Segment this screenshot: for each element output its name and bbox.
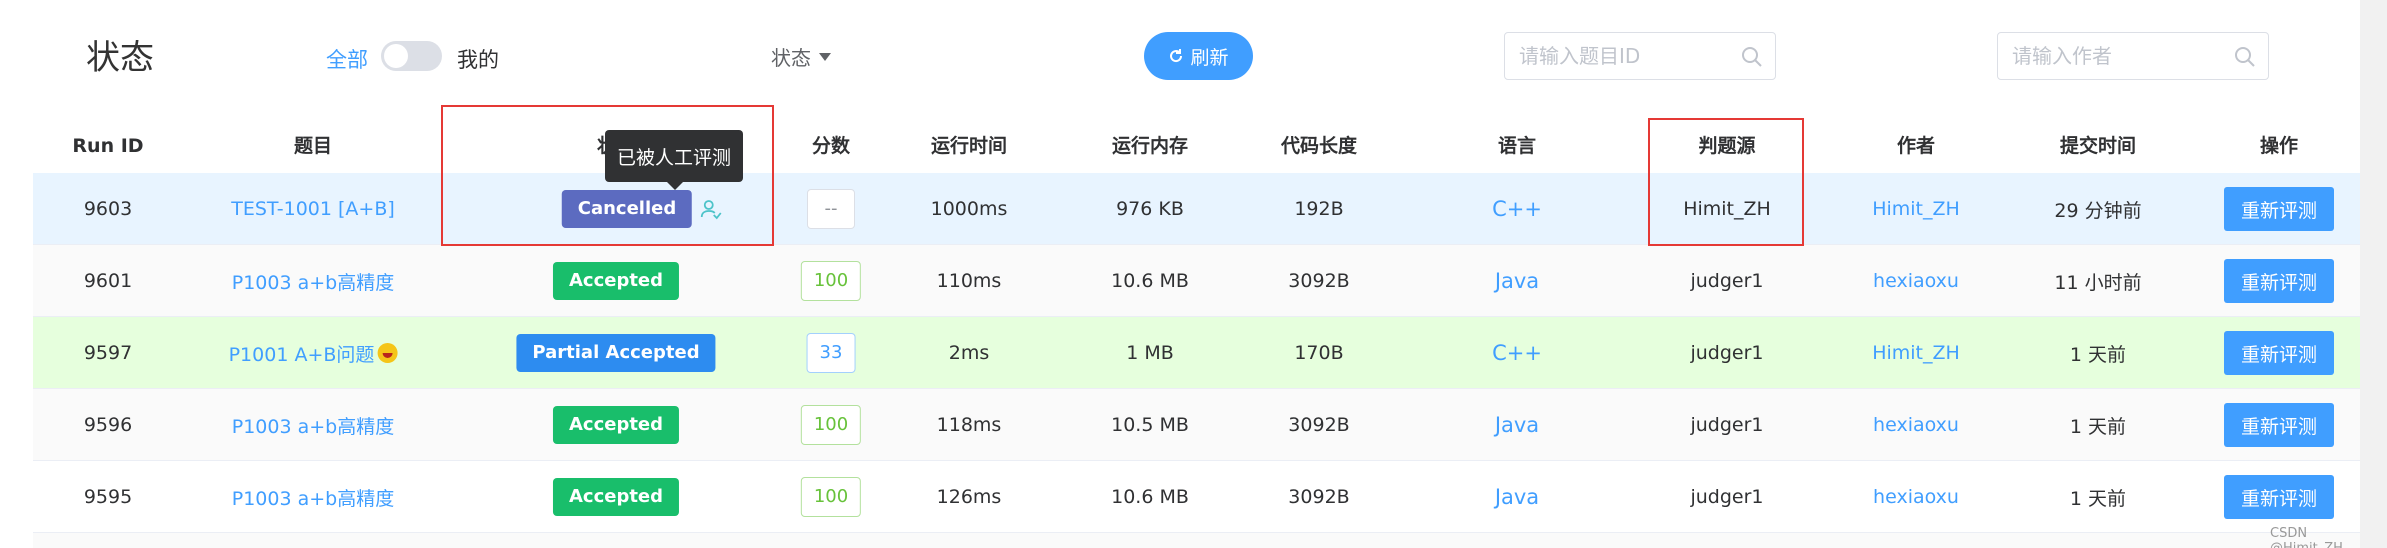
status-page: 状态 全部 我的 状态 刷新 Run ID 题目 状态 分数 运行时间 运行内存… [0,0,2360,548]
problem-link[interactable]: P1003 a+b高精度 [232,412,394,439]
code-length: 192B [1294,198,1344,220]
submit-time: 11 小时前 [2054,271,2142,294]
status-badge[interactable]: Accepted [552,478,680,516]
refresh-label: 刷新 [1190,47,1229,69]
submit-time: 1 天前 [2069,415,2127,438]
language-link[interactable]: C++ [1492,341,1542,365]
submit-time: 1 天前 [2069,487,2127,510]
run-time: 126ms [936,486,1002,508]
submit-time: 1 天前 [2069,343,2127,366]
run-id: 9595 [83,486,133,508]
caret-down-icon [819,52,831,61]
run-memory: 976 KB [1116,198,1184,220]
table-row: 9601 P1003 a+b高精度 Accepted 100 110ms 10.… [33,245,2360,317]
column-header-problem: 题目 [293,135,333,157]
judger: judger1 [1690,414,1764,436]
problem-link[interactable]: TEST-1001 [A+B] [231,198,395,220]
code-length: 3092B [1288,486,1350,508]
table-row: 9595 P1003 a+b高精度 Accepted 100 126ms 10.… [33,461,2360,533]
status-badge[interactable]: Accepted [552,406,680,444]
author-link[interactable]: hexiaoxu [1873,270,1959,292]
scope-toggle-switch[interactable] [381,41,442,71]
problem-search-input[interactable] [1519,41,1729,71]
refresh-icon [1170,49,1183,63]
problem-search [1504,32,1776,80]
table-row-partial [33,533,2360,548]
highlight-box-status [441,105,774,246]
table-row: 9597 P1001 A+B问题 Partial Accepted 33 2ms… [33,317,2360,389]
column-header-author: 作者 [1896,135,1936,157]
run-time: 2ms [948,342,990,364]
column-header-score: 分数 [811,135,851,157]
run-memory: 10.5 MB [1111,414,1189,436]
column-header-submit-time: 提交时间 [2059,135,2137,157]
submit-time: 29 分钟前 [2054,199,2142,222]
table-row: 9603 TEST-1001 [A+B] Cancelled -- 1000ms… [33,173,2360,245]
judger: judger1 [1690,270,1764,292]
column-header-length: 代码长度 [1280,135,1358,157]
author-link[interactable]: hexiaoxu [1873,414,1959,436]
author-search-input[interactable] [2012,41,2222,71]
scope-all-label[interactable]: 全部 [326,44,368,74]
score-badge: 100 [800,405,862,445]
code-length: 170B [1294,342,1344,364]
run-memory: 10.6 MB [1111,486,1189,508]
rejudge-button[interactable]: 重新评测 [2224,331,2334,375]
run-id: 9597 [83,342,133,364]
column-header-action: 操作 [2259,135,2299,157]
search-icon[interactable] [2234,46,2256,68]
column-header-run-id: Run ID [72,135,144,157]
run-id: 9596 [83,414,133,436]
language-link[interactable]: Java [1495,485,1539,509]
grinning-emoji-icon [377,343,398,363]
problem-link[interactable]: P1003 a+b高精度 [232,484,394,511]
author-link[interactable]: hexiaoxu [1873,486,1959,508]
watermark: CSDN @Himit_ZH [2270,526,2343,548]
score-badge: -- [807,189,855,229]
column-header-time: 运行时间 [930,135,1008,157]
table-row: 9596 P1003 a+b高精度 Accepted 100 118ms 10.… [33,389,2360,461]
status-filter-dropdown[interactable]: 状态 [771,42,831,71]
rejudge-button[interactable]: 重新评测 [2224,259,2334,303]
run-memory: 1 MB [1126,342,1174,364]
rejudge-button[interactable]: 重新评测 [2224,475,2334,519]
score-badge: 100 [800,477,862,517]
search-icon[interactable] [1741,46,1763,68]
scrollbar[interactable] [2360,0,2387,548]
status-badge[interactable]: Partial Accepted [516,334,716,372]
refresh-button[interactable]: 刷新 [1144,32,1253,80]
problem-link[interactable]: P1003 a+b高精度 [232,268,394,295]
language-link[interactable]: Java [1495,413,1539,437]
rejudge-button[interactable]: 重新评测 [2224,187,2334,231]
run-id: 9603 [83,198,133,220]
run-memory: 10.6 MB [1111,270,1189,292]
code-length: 3092B [1288,270,1350,292]
run-time: 1000ms [930,198,1008,220]
run-time: 110ms [936,270,1002,292]
table-header: Run ID 题目 状态 分数 运行时间 运行内存 代码长度 语言 判题源 作者… [33,120,2360,172]
page-title: 状态 [86,38,154,78]
judger: judger1 [1690,342,1764,364]
judger: judger1 [1690,486,1764,508]
scope-mine-label[interactable]: 我的 [457,44,499,74]
status-filter-label: 状态 [771,46,811,70]
author-link[interactable]: Himit_ZH [1872,342,1960,364]
score-badge: 33 [806,333,856,373]
rejudge-button[interactable]: 重新评测 [2224,403,2334,447]
switch-knob [384,44,408,68]
language-link[interactable]: C++ [1492,197,1542,221]
run-time: 118ms [936,414,1002,436]
status-badge[interactable]: Accepted [552,262,680,300]
code-length: 3092B [1288,414,1350,436]
problem-link[interactable]: P1001 A+B问题 [229,340,375,367]
column-header-memory: 运行内存 [1111,135,1189,157]
run-id: 9601 [83,270,133,292]
highlight-box-judger [1648,118,1804,246]
author-link[interactable]: Himit_ZH [1872,198,1960,220]
score-badge: 100 [800,261,862,301]
author-search [1997,32,2269,80]
language-link[interactable]: Java [1495,269,1539,293]
column-header-language: 语言 [1497,135,1537,157]
